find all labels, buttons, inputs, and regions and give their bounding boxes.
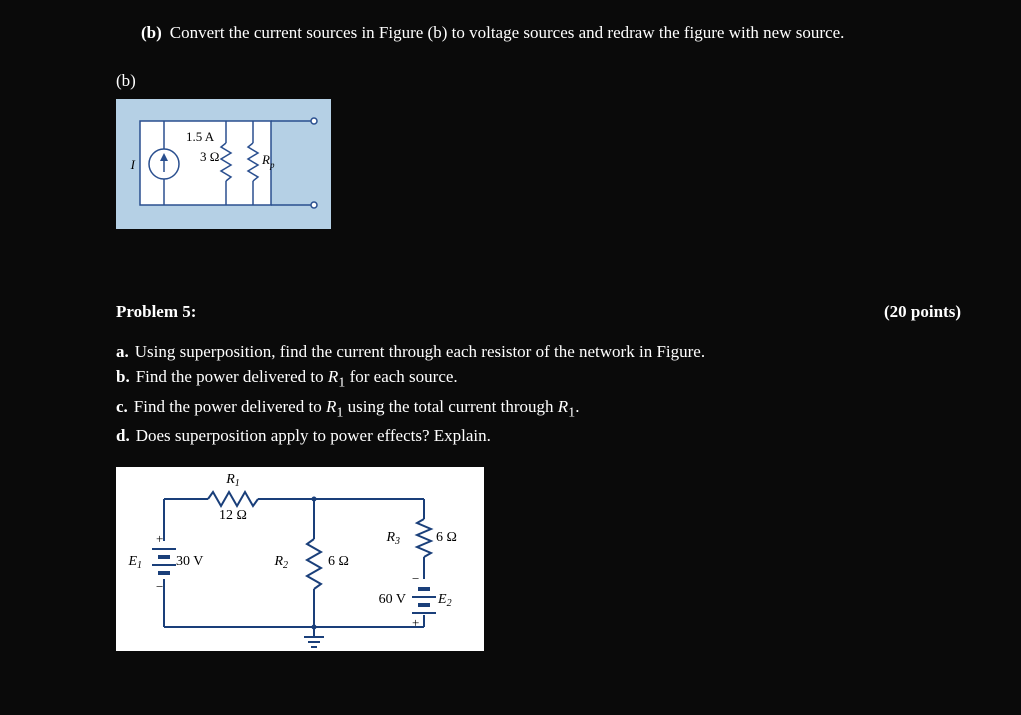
- subpart-d: d. Does superposition apply to power eff…: [116, 423, 961, 449]
- r3-value: 6 Ω: [436, 530, 457, 545]
- circuit-p5-svg: + − E1 30 V R1 12 Ω R2 6 Ω: [116, 467, 484, 651]
- svg-text:−: −: [412, 571, 419, 586]
- figure-problem-5: + − E1 30 V R1 12 Ω R2 6 Ω: [116, 467, 484, 651]
- svg-text:+: +: [156, 531, 163, 546]
- current-value: 1.5 A: [186, 129, 215, 144]
- problem-5-header: Problem 5: (20 points): [116, 299, 961, 325]
- r3-label: R3: [385, 530, 400, 547]
- resistor-value: 3 Ω: [200, 149, 219, 164]
- r2-label: R2: [273, 554, 288, 571]
- svg-text:−: −: [156, 579, 163, 594]
- e1-value: 30 V: [176, 554, 203, 569]
- subpart-a: a. Using superposition, find the current…: [116, 339, 961, 365]
- figure-b-label: (b): [116, 68, 961, 94]
- figure-b: I 1.5 A 3 Ω Rp: [116, 99, 331, 229]
- r1-label: R1: [225, 472, 240, 489]
- part-b-text: Convert the current sources in Figure (b…: [170, 20, 961, 46]
- r1-value: 12 Ω: [219, 508, 247, 523]
- problem-5-points: (20 points): [882, 299, 961, 325]
- problem-5-title: Problem 5:: [116, 299, 196, 325]
- circuit-b-svg: I 1.5 A 3 Ω Rp: [126, 109, 321, 219]
- source-label: I: [130, 157, 136, 172]
- part-b-header: (b) Convert the current sources in Figur…: [141, 20, 961, 46]
- subpart-c: c. Find the power delivered to R1 using …: [116, 394, 961, 424]
- problem-5-subparts: a. Using superposition, find the current…: [116, 339, 961, 449]
- e2-label: E2: [437, 592, 452, 609]
- subpart-b: b. Find the power delivered to R1 for ea…: [116, 364, 961, 394]
- e2-value: 60 V: [379, 592, 406, 607]
- r2-value: 6 Ω: [328, 554, 349, 569]
- e1-label: E1: [127, 554, 142, 571]
- part-b-tag: (b): [141, 20, 162, 46]
